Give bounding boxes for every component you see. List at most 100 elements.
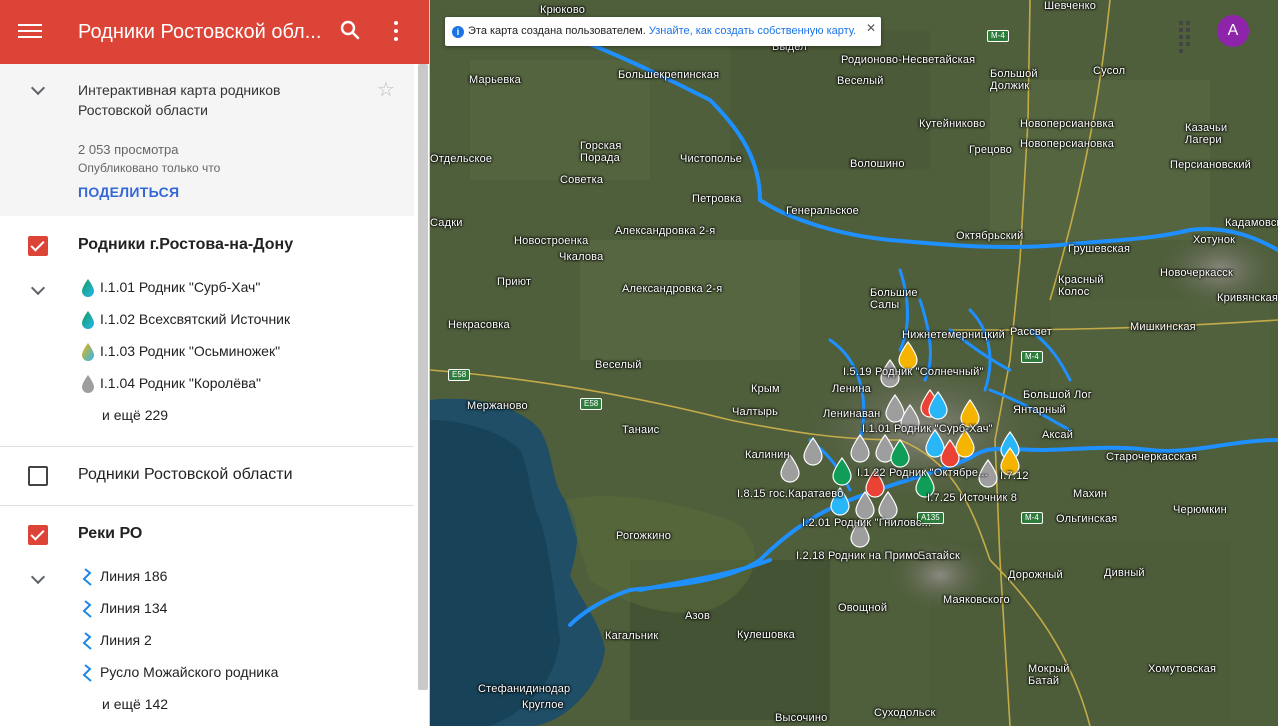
more-vert-icon[interactable]	[386, 18, 406, 46]
layer-title: Родники г.Ростова-на-Дону	[78, 236, 294, 253]
marker-label[interactable]: I.7.25 Источник 8	[927, 492, 1017, 504]
place-label: Казачьи Лагери	[1185, 122, 1228, 146]
close-icon[interactable]: ✕	[866, 21, 876, 35]
place-label: Горская Порада	[580, 140, 622, 164]
place-label: Маяковского	[943, 594, 1010, 606]
map-canvas	[430, 0, 1278, 726]
road-shield: М-4	[1021, 351, 1043, 363]
view-count: 2 053 просмотра	[78, 142, 179, 157]
banner-text: Эта карта создана пользователем.	[468, 25, 646, 37]
place-label: Грецово	[969, 144, 1013, 156]
apps-grid-icon[interactable]	[1177, 20, 1197, 53]
road-shield: E58	[580, 398, 603, 410]
avatar[interactable]: A	[1217, 15, 1249, 47]
line-icon	[82, 632, 92, 650]
item-label: Линия 134	[100, 600, 168, 616]
drop-icon	[82, 343, 94, 361]
show-more-link[interactable]: и ещё 229	[102, 407, 168, 423]
sidebar-scrollbar[interactable]	[418, 64, 428, 690]
place-label: Александровка 2-я	[622, 283, 723, 295]
item-label: Линия 186	[100, 568, 168, 584]
marker-label[interactable]: I.1.01 Родник "Сурб-Хач"	[862, 423, 993, 435]
drop-icon	[82, 279, 94, 297]
map-description: Интерактивная карта родников Ростовской …	[78, 82, 281, 118]
create-map-link[interactable]: Узнайте, как создать собственную карту.	[649, 25, 856, 37]
place-label: Петровка	[692, 193, 742, 205]
list-item[interactable]: I.1.03 Родник "Осьминожек"	[78, 340, 408, 364]
place-label: Кулешовка	[737, 629, 795, 641]
layer-checkbox-rivers[interactable]	[28, 525, 48, 545]
collapse-layer-chevron-icon[interactable]	[28, 280, 48, 300]
place-label: Большой Должик	[990, 68, 1038, 92]
divider	[0, 505, 414, 506]
place-label: Мокрый Батай	[1028, 663, 1070, 687]
user-map-banner: i Эта карта создана пользователем. Узнай…	[445, 17, 881, 46]
list-item[interactable]: Линия 2	[78, 629, 408, 653]
place-label: Чкалова	[559, 251, 604, 263]
place-label: Генеральское	[786, 205, 859, 217]
banner-message: Эта карта создана пользователем. Узнайте…	[468, 25, 856, 37]
menu-icon[interactable]	[18, 20, 42, 44]
list-item[interactable]: Линия 186	[78, 565, 408, 589]
place-label: Кагальник	[605, 630, 659, 642]
place-label: Новочеркасск	[1160, 267, 1234, 279]
place-label: Приют	[497, 276, 532, 288]
list-item[interactable]: I.1.04 Родник "Королёва"	[78, 372, 408, 396]
place-label: Веселый	[837, 75, 884, 87]
layer-checkbox-region-springs[interactable]	[28, 466, 48, 486]
divider	[0, 446, 414, 447]
place-label: Крым	[751, 383, 780, 395]
place-label: Ольгинская	[1056, 513, 1118, 525]
layer-title: Реки РО	[78, 525, 143, 542]
place-label: Аксай	[1042, 429, 1074, 441]
place-label: Большой Лог	[1023, 389, 1092, 401]
place-label: Шевченко	[1044, 0, 1097, 12]
marker-label[interactable]: I.7.12	[1000, 470, 1029, 482]
place-label: Новостроенка	[514, 235, 589, 247]
collapse-info-chevron-icon[interactable]	[28, 80, 48, 100]
show-more-link[interactable]: и ещё 142	[102, 696, 168, 712]
marker-label[interactable]: I.2.18 Родник на Примо...	[796, 550, 929, 562]
place-label: Кривянская	[1217, 292, 1278, 304]
item-label: I.1.03 Родник "Осьминожек"	[100, 343, 281, 359]
marker-label[interactable]: I.1.22 Родник "Октябре...	[857, 467, 988, 479]
item-label: I.1.04 Родник "Королёва"	[100, 375, 262, 391]
list-item[interactable]: Русло Можайского родника	[78, 661, 408, 685]
place-label: Ленинаван	[823, 408, 881, 420]
marker-label[interactable]: I.2.01 Родник "Гниловс...	[802, 517, 931, 529]
place-label: Родионово-Несветайская	[841, 54, 976, 66]
line-icon	[82, 664, 92, 682]
place-label: Веселый	[595, 359, 642, 371]
list-item[interactable]: Линия 134	[78, 597, 408, 621]
map-info-card: Интерактивная карта родников Ростовской …	[0, 64, 414, 216]
marker-label[interactable]: I.8.15 гос.Каратаево	[737, 488, 844, 500]
marker-label[interactable]: I.5.19 Родник "Солнечный"	[843, 366, 984, 378]
layer-rivers: Реки РО	[0, 515, 414, 555]
place-label: Советка	[560, 174, 604, 186]
search-icon[interactable]	[338, 18, 362, 42]
place-label: Александровка 2-я	[615, 225, 716, 237]
place-label: Некрасовка	[448, 319, 510, 331]
place-label: Персиановский	[1170, 159, 1252, 171]
item-label: Русло Можайского родника	[100, 664, 279, 680]
sidebar-panel: Родники Ростовской обл... Интерактивная …	[0, 0, 430, 726]
item-label: Линия 2	[100, 632, 152, 648]
place-label: Новоперсиановка	[1020, 138, 1115, 150]
collapse-layer-chevron-icon[interactable]	[28, 569, 48, 589]
place-label: Дорожный	[1008, 569, 1063, 581]
place-label: Грушевская	[1068, 243, 1131, 255]
star-outline-icon[interactable]: ☆	[377, 80, 395, 100]
place-label: Хомутовская	[1148, 663, 1217, 675]
list-item[interactable]: I.1.02 Всехсвятский Источник	[78, 308, 408, 332]
satellite-map[interactable]: Крюково Шевченко Выдел Родионово-Несвета…	[430, 0, 1278, 726]
place-label: Мержаново	[467, 400, 528, 412]
layer-checkbox-rostov-springs[interactable]	[28, 236, 48, 256]
place-label: Рассвет	[1010, 326, 1053, 338]
list-item[interactable]: I.1.01 Родник "Сурб-Хач"	[78, 276, 408, 300]
place-label: Дивный	[1104, 567, 1145, 579]
place-label: Янтарный	[1013, 404, 1066, 416]
place-label: Хотунок	[1193, 234, 1236, 246]
share-button[interactable]: ПОДЕЛИТЬСЯ	[78, 184, 179, 200]
place-label: Махин	[1073, 488, 1108, 500]
place-label: Нижнетемерницкий	[902, 329, 1005, 341]
